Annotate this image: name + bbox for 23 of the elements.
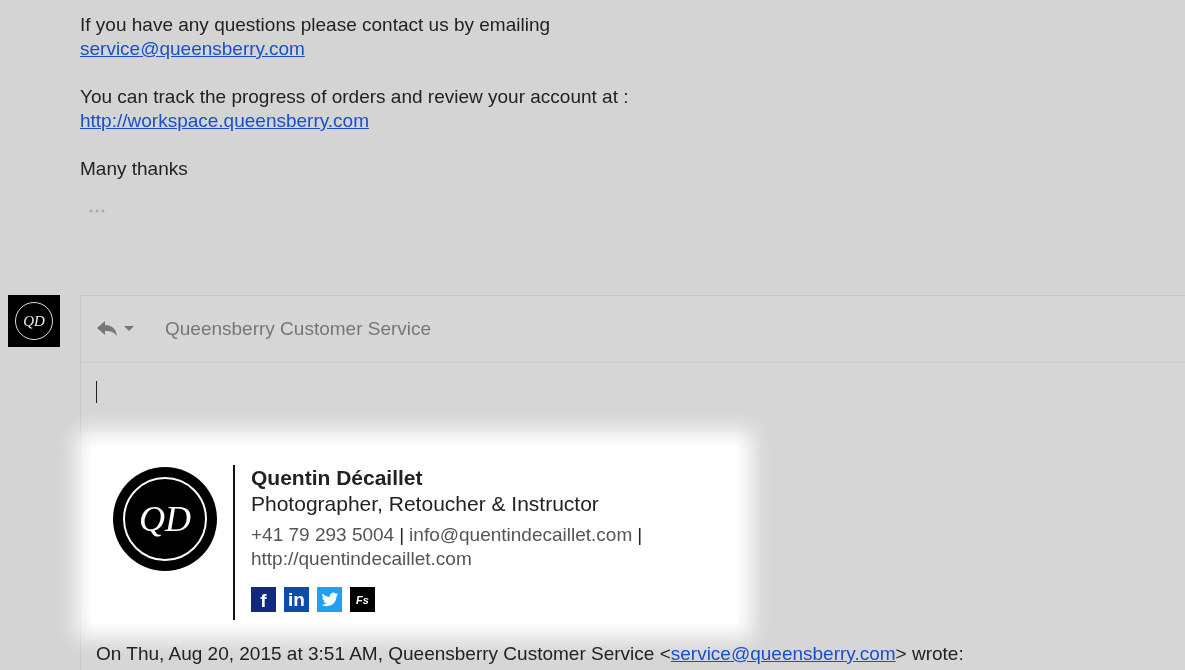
fs-icon[interactable]: Fs [350, 587, 375, 612]
avatar-logo: QD [8, 295, 60, 347]
monogram-logo: QD [113, 467, 217, 571]
quote-header: On Thu, Aug 20, 2015 at 3:51 AM, Queensberry Customer Service <service@queensberry.com> wrote: [96, 642, 965, 666]
show-trimmed-content-icon[interactable] [89, 207, 105, 213]
linkedin-icon[interactable]: in [284, 587, 309, 612]
message-text: You can track the progress of orders and review your account at : [80, 85, 630, 109]
recipient-name[interactable]: Queensberry Customer Service [165, 318, 432, 340]
email-link[interactable]: service@queensberry.com [80, 38, 305, 59]
bird-icon[interactable] [317, 587, 342, 612]
email-link[interactable]: service@queensberry.com [670, 643, 896, 664]
phone-number: +41 79 293 5004 [251, 524, 395, 545]
website-address: http://quentindecaillet.com [251, 547, 473, 571]
email-link[interactable]: http://workspace.queensberry.com [80, 110, 369, 131]
signature-title: Photographer, Retoucher & Instructor [251, 491, 600, 517]
text-cursor [96, 381, 97, 403]
email-address: info@quentindecaillet.com [409, 524, 633, 545]
message-text: If you have any questions please contact us by emailing [80, 13, 551, 37]
separator: | [637, 524, 643, 545]
message-text: Many thanks [80, 157, 189, 181]
signature-name: Quentin Décaillet [251, 465, 424, 491]
separator: | [399, 524, 405, 545]
facebook-icon[interactable]: f [251, 587, 276, 612]
